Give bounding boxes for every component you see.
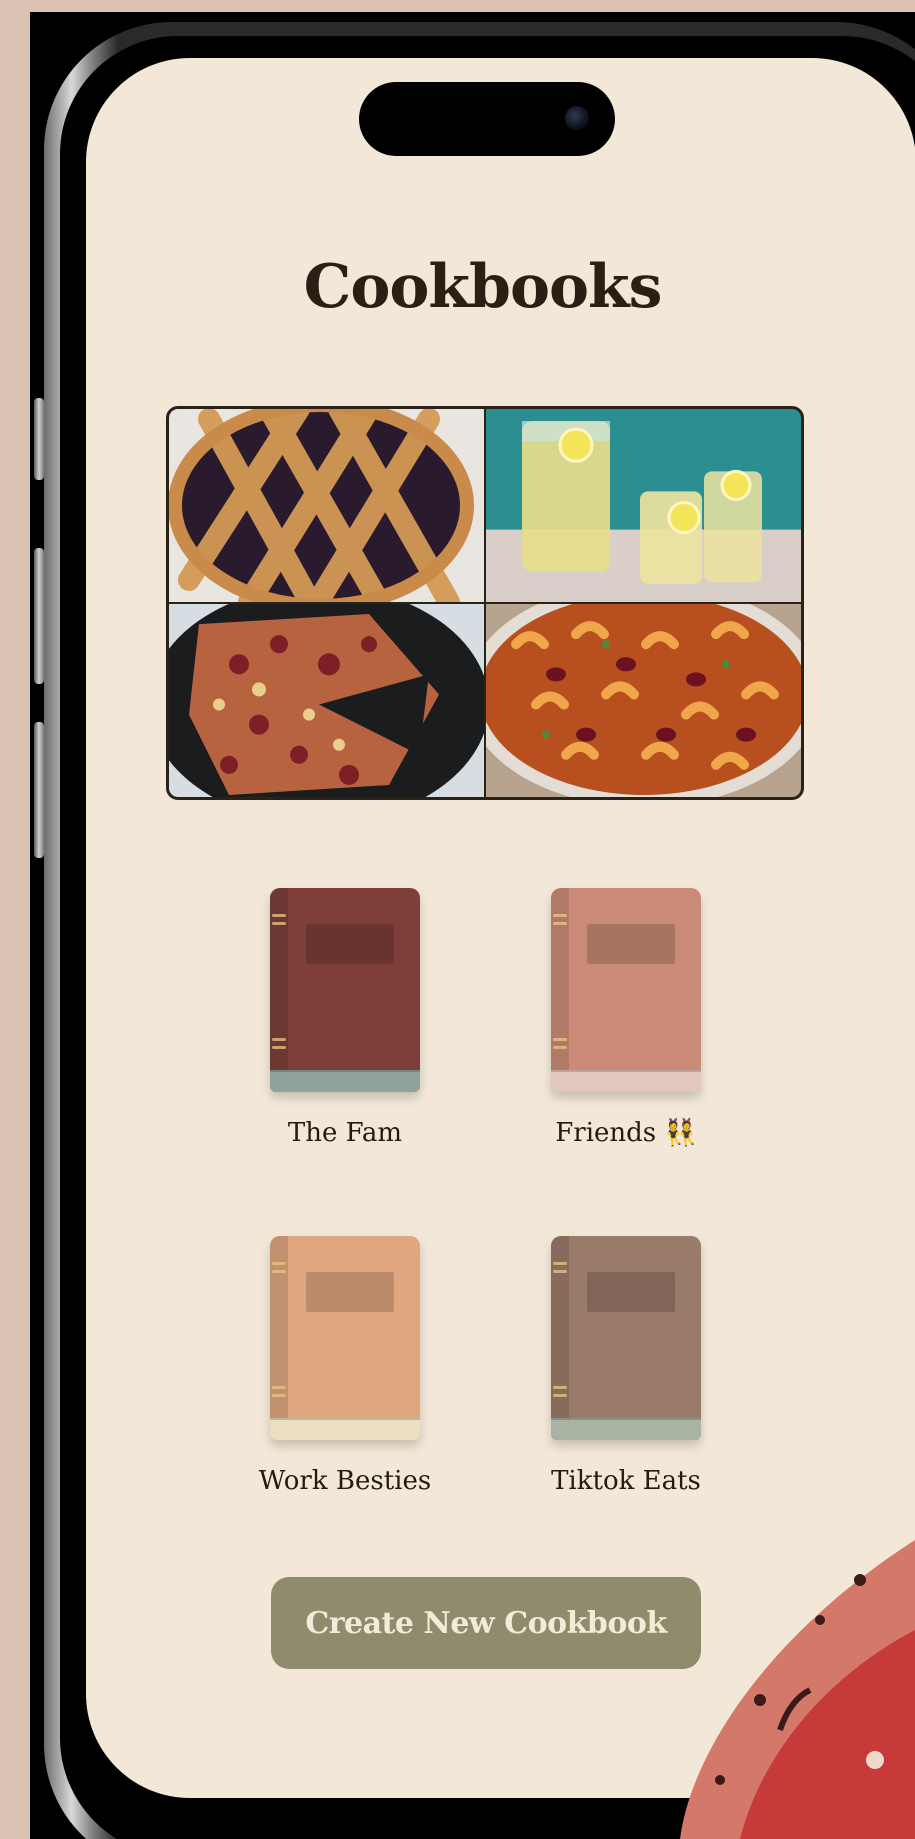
collage-image-lemonade (486, 409, 801, 602)
book-cover-icon[interactable] (270, 888, 420, 1092)
book-pages (551, 1070, 701, 1092)
create-new-cookbook-button[interactable]: Create New Cookbook (271, 1577, 701, 1669)
dynamic-island (359, 82, 615, 156)
cookbook-friends[interactable]: Friends 👯 (526, 888, 726, 1148)
book-label-plate (306, 1272, 394, 1312)
collage-image-chili-mac (486, 604, 801, 797)
book-spine (270, 1236, 288, 1440)
cookbook-the-fam[interactable]: The Fam (245, 888, 445, 1148)
book-pages (270, 1418, 420, 1440)
volume-down-button (34, 722, 44, 858)
book-cover-icon[interactable] (270, 1236, 420, 1440)
spine-band (553, 1394, 567, 1397)
cookbook-work-besties[interactable]: Work Besties (245, 1236, 445, 1496)
book-pages (551, 1418, 701, 1440)
book-label-plate (587, 924, 675, 964)
book-label-plate (306, 924, 394, 964)
collage-image-pizza (169, 604, 484, 797)
recipe-collage[interactable] (166, 406, 804, 800)
book-label-plate (587, 1272, 675, 1312)
spine-band (553, 1038, 567, 1041)
spine-band (272, 914, 286, 917)
camera-icon (565, 106, 589, 130)
book-cover-icon[interactable] (551, 888, 701, 1092)
cookbook-label: Tiktok Eats (551, 1466, 701, 1496)
collage-image-pie (169, 409, 484, 602)
spine-band (272, 1270, 286, 1273)
book-spine (270, 888, 288, 1092)
book-spine (551, 888, 569, 1092)
cookbook-label: The Fam (287, 1118, 403, 1148)
volume-up-button (34, 548, 44, 684)
spine-band (272, 922, 286, 925)
stage: Cookbooks The Fam Friends 👯 Work Besties… (0, 0, 915, 1839)
book-cover-icon[interactable] (551, 1236, 701, 1440)
cookbook-label: Work Besties (258, 1466, 432, 1496)
book-spine (551, 1236, 569, 1440)
page-title: Cookbooks (303, 252, 663, 322)
cookbook-label: Friends 👯 (555, 1118, 697, 1148)
spine-band (553, 1262, 567, 1265)
spine-band (553, 922, 567, 925)
spine-band (553, 1386, 567, 1389)
mute-switch (34, 398, 44, 480)
cookbook-tiktok-eats[interactable]: Tiktok Eats (526, 1236, 726, 1496)
spine-band (553, 1270, 567, 1273)
spine-band (553, 1046, 567, 1049)
book-pages (270, 1070, 420, 1092)
spine-band (553, 914, 567, 917)
spine-band (272, 1262, 286, 1265)
spine-band (272, 1046, 286, 1049)
spine-band (272, 1386, 286, 1389)
spine-band (272, 1038, 286, 1041)
spine-band (272, 1394, 286, 1397)
